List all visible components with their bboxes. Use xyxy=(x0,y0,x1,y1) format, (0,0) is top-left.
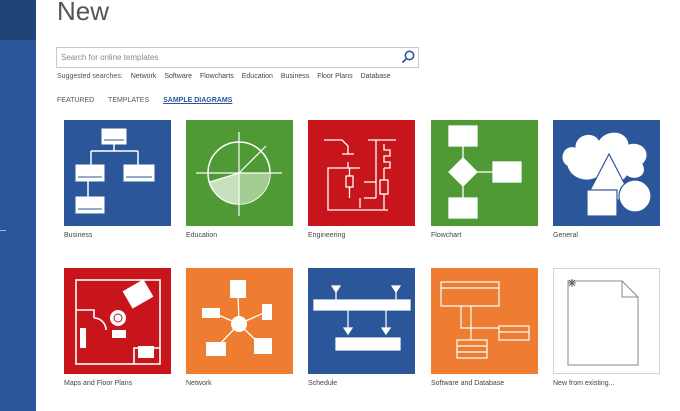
tile-label-education: Education xyxy=(186,232,218,239)
tile-label-software-and-database: Software and Database xyxy=(431,380,505,387)
template-tile-business[interactable] xyxy=(64,120,171,226)
template-tile-network[interactable] xyxy=(186,268,293,374)
tile-label-maps-and-floor-plans: Maps and Floor Plans xyxy=(64,380,133,387)
tab-sample-diagrams[interactable]: SAMPLE DIAGRAMS xyxy=(163,97,232,104)
suggested-search-education[interactable]: Education xyxy=(242,73,273,80)
new-document-icon xyxy=(554,269,659,373)
schedule-icon xyxy=(308,268,415,374)
search-box xyxy=(56,47,419,68)
suggested-search-floor-plans[interactable]: Floor Plans xyxy=(317,73,352,80)
shapes-icon xyxy=(553,120,660,226)
template-tile-schedule[interactable] xyxy=(308,268,415,374)
suggested-searches: Suggested searches: Network Software Flo… xyxy=(57,73,397,80)
tile-label-engineering: Engineering xyxy=(308,232,346,239)
template-tabs: FEATURED TEMPLATES SAMPLE DIAGRAMS xyxy=(57,97,244,104)
org-chart-icon xyxy=(64,120,171,226)
tile-label-network: Network xyxy=(186,380,212,387)
template-tile-software-and-database[interactable] xyxy=(431,268,538,374)
tile-label-flowchart: Flowchart xyxy=(431,232,462,239)
tile-label-general: General xyxy=(553,232,578,239)
database-icon xyxy=(431,268,538,374)
template-tile-maps-and-floor-plans[interactable] xyxy=(64,268,171,374)
tile-label-new-from-existing: New from existing... xyxy=(553,380,615,387)
template-tile-education[interactable] xyxy=(186,120,293,226)
backstage-sidebar xyxy=(0,0,36,411)
page-title: New xyxy=(57,0,110,26)
network-icon xyxy=(186,268,293,374)
template-tile-new-from-existing[interactable] xyxy=(553,268,660,374)
sidebar-selected-item[interactable] xyxy=(0,0,36,40)
template-tile-engineering[interactable] xyxy=(308,120,415,226)
template-tile-flowchart[interactable] xyxy=(431,120,538,226)
tab-templates[interactable]: TEMPLATES xyxy=(108,97,149,104)
search-input[interactable] xyxy=(61,50,391,64)
circuit-icon xyxy=(308,120,415,226)
suggested-search-database[interactable]: Database xyxy=(361,73,391,80)
search-icon[interactable] xyxy=(400,49,416,65)
pie-graph-icon xyxy=(186,120,293,226)
suggested-search-flowcharts[interactable]: Flowcharts xyxy=(200,73,234,80)
flowchart-icon xyxy=(431,120,538,226)
template-tile-general[interactable] xyxy=(553,120,660,226)
tile-label-schedule: Schedule xyxy=(308,380,338,387)
tile-label-business: Business xyxy=(64,232,93,239)
tab-featured[interactable]: FEATURED xyxy=(57,97,94,104)
suggested-search-network[interactable]: Network xyxy=(131,73,157,80)
floor-plan-icon xyxy=(64,268,171,374)
suggested-search-software[interactable]: Software xyxy=(164,73,192,80)
sidebar-divider xyxy=(0,230,6,231)
suggested-searches-label: Suggested searches: xyxy=(57,73,123,80)
suggested-search-business[interactable]: Business xyxy=(281,73,309,80)
